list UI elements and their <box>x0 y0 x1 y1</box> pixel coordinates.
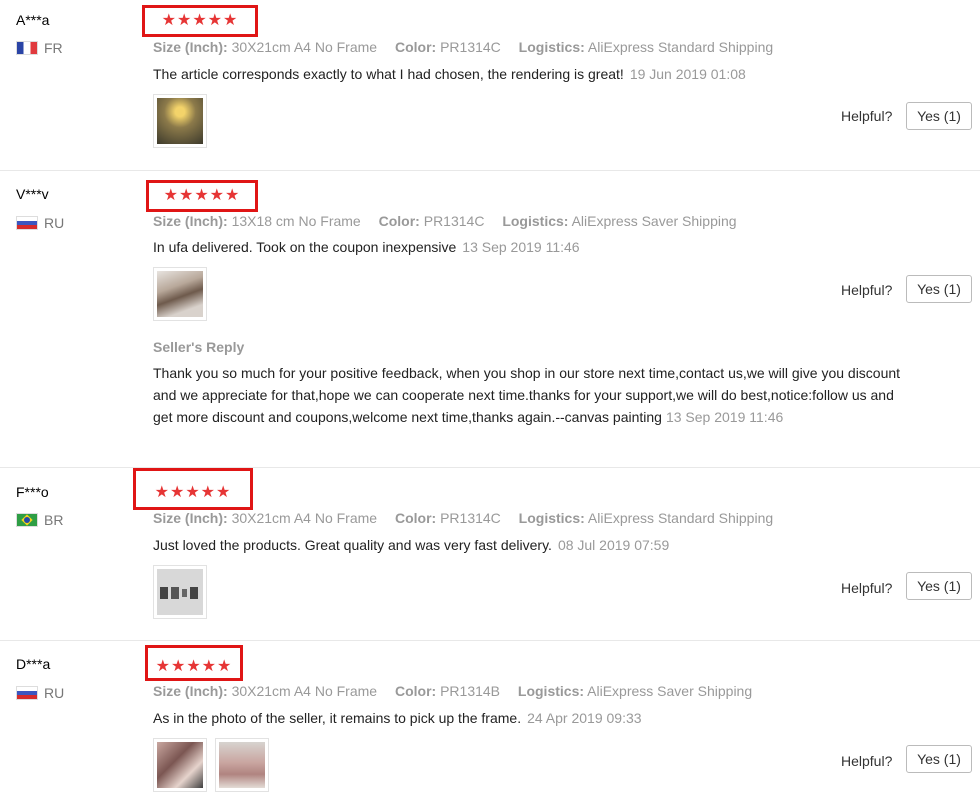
review-photo-thumbnail[interactable] <box>215 738 269 792</box>
seller-reply-body: Thank you so much for your positive feed… <box>153 365 901 425</box>
review-body: As in the photo of the seller, it remain… <box>153 710 522 726</box>
reviewer-name: F***o <box>16 484 49 500</box>
size-value: 13X18 cm No Frame <box>231 213 361 229</box>
color-label: Color: <box>394 683 437 699</box>
color-value: PR1314C <box>423 213 485 229</box>
flag-ru-icon <box>16 686 38 700</box>
country-code: RU <box>44 685 65 701</box>
color-value: PR1314C <box>440 39 501 55</box>
review-photos <box>153 94 207 148</box>
country-code: RU <box>44 215 65 231</box>
color-label: Color: <box>378 213 420 229</box>
size-value: 30X21cm A4 No Frame <box>231 39 378 55</box>
star-rating-icon: ★★★★★ <box>163 187 241 204</box>
logistics-label: Logistics: <box>518 510 585 526</box>
review-photos <box>153 565 207 619</box>
review-meta: Size (Inch): 13X18 cm No Frame Color: PR… <box>153 213 737 229</box>
reviewer-name: D***a <box>16 656 51 672</box>
logistics-value: AliExpress Standard Shipping <box>587 510 774 526</box>
reviewer-country: RU <box>16 685 64 701</box>
reviewer-country: BR <box>16 512 63 528</box>
star-rating-icon: ★★★★★ <box>161 12 239 29</box>
helpful-label: Helpful? <box>841 580 893 596</box>
reviewer-name: A***a <box>16 12 50 28</box>
seller-reply-text: Thank you so much for your positive feed… <box>153 362 903 428</box>
size-value: 30X21cm A4 No Frame <box>231 510 378 526</box>
reviewer-name: V***v <box>16 186 49 202</box>
review-text: As in the photo of the seller, it remain… <box>153 710 642 726</box>
logistics-value: AliExpress Standard Shipping <box>587 39 774 55</box>
review-item: F***o BR ★★★★★ Size (Inch): 30X21cm A4 N… <box>0 468 980 641</box>
country-code: BR <box>44 512 64 528</box>
review-item: D***a RU ★★★★★ Size (Inch): 30X21cm A4 N… <box>0 641 980 802</box>
size-label: Size (Inch): <box>153 213 228 229</box>
review-photos <box>153 738 269 792</box>
rating-highlight: ★★★★★ <box>133 468 253 510</box>
size-value: 30X21cm A4 No Frame <box>231 683 378 699</box>
flag-fr-icon <box>16 41 38 55</box>
star-rating-icon: ★★★★★ <box>154 484 232 501</box>
review-photo-thumbnail[interactable] <box>153 738 207 792</box>
seller-reply-title: Seller's Reply <box>153 339 245 355</box>
review-text: The article corresponds exactly to what … <box>153 66 746 82</box>
helpful-yes-button[interactable]: Yes (1) <box>906 275 972 303</box>
logistics-value: AliExpress Saver Shipping <box>571 213 737 229</box>
review-item: V***v RU ★★★★★ Size (Inch): 13X18 cm No … <box>0 171 980 468</box>
helpful-yes-button[interactable]: Yes (1) <box>906 572 972 600</box>
helpful-yes-button[interactable]: Yes (1) <box>906 102 972 130</box>
reviewer-country: FR <box>16 40 63 56</box>
review-photo-thumbnail[interactable] <box>153 565 207 619</box>
review-photo-thumbnail[interactable] <box>153 267 207 321</box>
helpful-label: Helpful? <box>841 108 893 124</box>
helpful-label: Helpful? <box>841 753 893 769</box>
review-body: In ufa delivered. Took on the coupon ine… <box>153 239 457 255</box>
rating-highlight: ★★★★★ <box>145 645 243 681</box>
size-label: Size (Inch): <box>153 510 228 526</box>
flag-ru-icon <box>16 216 38 230</box>
logistics-label: Logistics: <box>517 683 585 699</box>
review-text: In ufa delivered. Took on the coupon ine… <box>153 239 580 255</box>
flag-br-icon <box>16 513 38 527</box>
review-date: 24 Apr 2019 09:33 <box>527 710 642 726</box>
review-photos <box>153 267 207 321</box>
review-body: Just loved the products. Great quality a… <box>153 537 552 553</box>
logistics-label: Logistics: <box>502 213 569 229</box>
seller-reply-date: 13 Sep 2019 11:46 <box>665 409 784 425</box>
logistics-label: Logistics: <box>518 39 585 55</box>
size-label: Size (Inch): <box>153 39 228 55</box>
logistics-value: AliExpress Saver Shipping <box>587 683 753 699</box>
helpful-label: Helpful? <box>841 282 893 298</box>
star-rating-icon: ★★★★★ <box>155 658 233 675</box>
review-date: 19 Jun 2019 01:08 <box>629 66 746 82</box>
color-label: Color: <box>394 510 437 526</box>
rating-highlight: ★★★★★ <box>142 5 258 37</box>
review-meta: Size (Inch): 30X21cm A4 No Frame Color: … <box>153 510 773 526</box>
review-body: The article corresponds exactly to what … <box>153 66 624 82</box>
color-label: Color: <box>394 39 437 55</box>
review-meta: Size (Inch): 30X21cm A4 No Frame Color: … <box>153 39 773 55</box>
color-value: PR1314C <box>440 510 501 526</box>
rating-highlight: ★★★★★ <box>146 180 258 212</box>
country-code: FR <box>44 40 63 56</box>
size-label: Size (Inch): <box>153 683 228 699</box>
review-date: 13 Sep 2019 11:46 <box>462 239 580 255</box>
review-date: 08 Jul 2019 07:59 <box>557 537 670 553</box>
helpful-yes-button[interactable]: Yes (1) <box>906 745 972 773</box>
review-photo-thumbnail[interactable] <box>153 94 207 148</box>
reviewer-country: RU <box>16 215 64 231</box>
color-value: PR1314B <box>440 683 501 699</box>
review-item: A***a FR ★★★★★ Size (Inch): 30X21cm A4 N… <box>0 0 980 171</box>
review-meta: Size (Inch): 30X21cm A4 No Frame Color: … <box>153 683 752 699</box>
review-text: Just loved the products. Great quality a… <box>153 537 669 553</box>
